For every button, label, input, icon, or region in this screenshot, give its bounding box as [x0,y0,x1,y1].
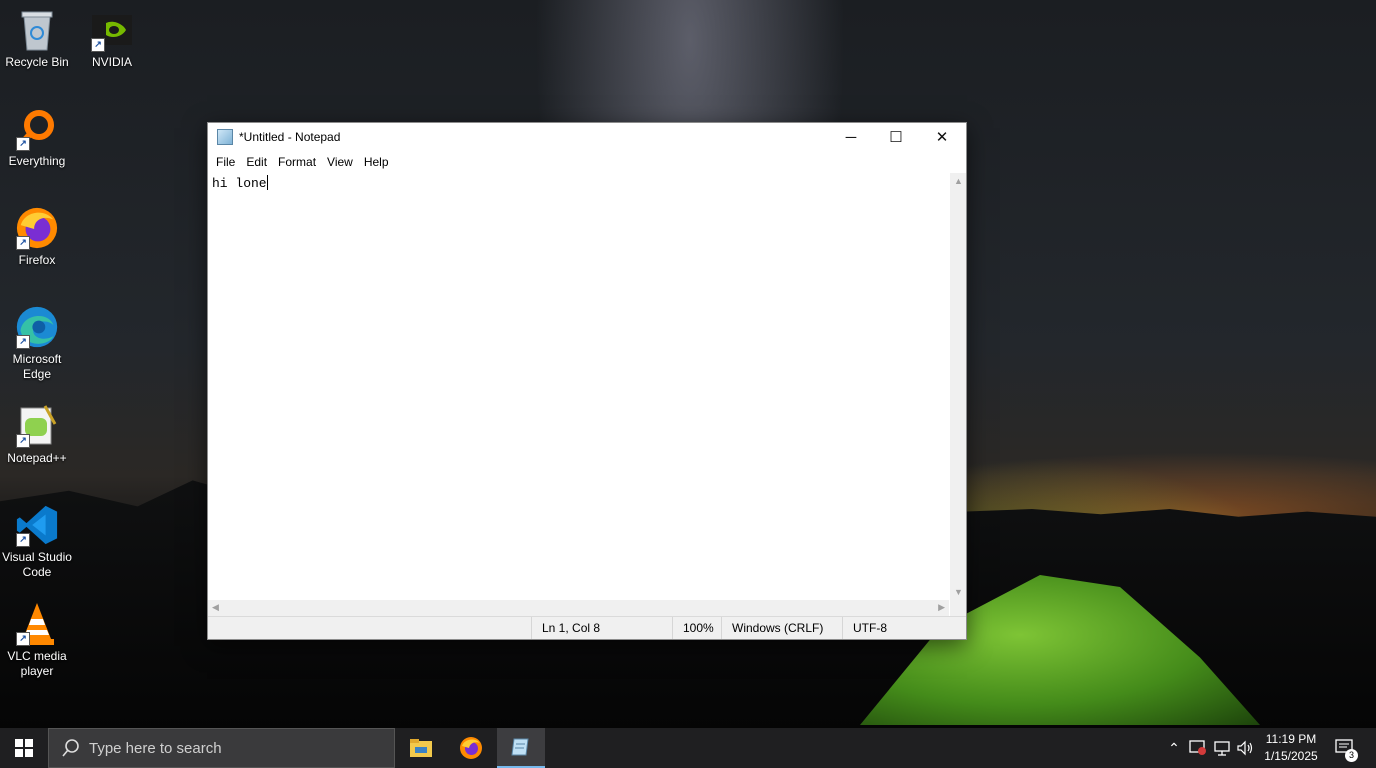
desktop-icon-edge[interactable]: ↗ Microsoft Edge [0,305,74,382]
vscode-icon: ↗ [15,503,59,547]
desktop-icon-nvidia[interactable]: ↗ NVIDIA [75,8,149,70]
scroll-up-icon[interactable]: ▲ [954,176,963,186]
taskbar-search-box[interactable]: Type here to search [48,728,395,768]
scroll-right-icon[interactable]: ▶ [938,602,945,613]
desktop-icon-everything[interactable]: ↗ Everything [0,107,74,169]
desktop-icon-label: Recycle Bin [5,55,69,69]
text-caret [266,175,268,190]
status-line-ending: Windows (CRLF) [721,617,832,639]
close-icon: ✕ [935,129,949,146]
scrollbar-corner [950,600,966,616]
desktop-icon-vscode[interactable]: ↗ Visual Studio Code [0,503,74,580]
menu-file[interactable]: File [211,155,241,169]
desktop-icon-label: Firefox [18,253,56,267]
shortcut-arrow-icon: ↗ [16,335,30,349]
volume-icon [1237,740,1253,756]
taskbar: Type here to search ⌃ 11:19 PM 1/15/2025… [0,728,1376,768]
firefox-icon: ↗ [15,206,59,250]
title-bar[interactable]: *Untitled - Notepad ─ ☐ ✕ [208,123,966,151]
recycle-bin-icon [15,8,59,52]
status-zoom: 100% [672,617,723,639]
editor-content: hi lone [212,176,267,191]
desktop-icon-label: Microsoft Edge [12,352,62,381]
minimize-icon: ─ [845,128,857,146]
shortcut-arrow-icon: ↗ [91,38,105,52]
everything-search-icon: ↗ [15,107,59,151]
notepad-icon [217,129,233,145]
firefox-icon [460,737,482,759]
menu-view[interactable]: View [322,155,359,169]
search-placeholder: Type here to search [89,739,222,757]
nvidia-icon: ↗ [90,8,134,52]
desktop-icon-label: Visual Studio Code [2,550,72,579]
windows-logo-icon [15,739,33,757]
desktop-icon-vlc[interactable]: ↗ VLC media player [0,602,74,679]
scroll-left-icon[interactable]: ◀ [212,602,219,613]
text-editor[interactable]: hi lone [208,173,949,600]
shortcut-arrow-icon: ↗ [16,632,30,646]
vertical-scrollbar[interactable]: ▲ ▼ [950,173,966,600]
security-alert-icon [1189,740,1206,755]
desktop-icon-label: Everything [8,154,66,168]
menu-bar: File Edit Format View Help [208,151,966,173]
tray-volume-icon[interactable] [1234,728,1256,768]
close-button[interactable]: ✕ [919,123,965,151]
horizontal-scrollbar[interactable]: ◀ ▶ [208,600,949,616]
minimize-button[interactable]: ─ [828,123,874,151]
desktop-icon-label: VLC media player [7,649,67,678]
vlc-icon: ↗ [15,602,59,646]
file-explorer-icon [410,739,432,757]
edge-icon: ↗ [15,305,59,349]
shortcut-arrow-icon: ↗ [16,434,30,448]
search-icon [62,739,79,757]
desktop-icon-label: NVIDIA [91,55,132,69]
window-title: *Untitled - Notepad [239,130,341,144]
start-button[interactable] [0,728,48,768]
clock-time: 11:19 PM [1265,732,1317,746]
tray-security-icon[interactable] [1186,728,1210,768]
notification-badge: 3 [1345,749,1358,762]
taskbar-file-explorer[interactable] [397,728,445,768]
desktop-icon-notepad-plus-plus[interactable]: ↗ Notepad++ [0,404,74,466]
clock-date: 1/15/2025 [1264,749,1318,763]
scroll-down-icon[interactable]: ▼ [954,587,963,597]
taskbar-clock[interactable]: 11:19 PM 1/15/2025 [1256,728,1326,768]
taskbar-notepad[interactable] [497,728,545,768]
status-encoding: UTF-8 [842,617,953,639]
desktop-icon-firefox[interactable]: ↗ Firefox [0,206,74,268]
show-hidden-icons-button[interactable]: ⌃ [1164,728,1184,768]
taskbar-firefox[interactable] [447,728,495,768]
notepad-plus-plus-icon: ↗ [15,404,59,448]
chevron-up-icon: ⌃ [1168,739,1180,756]
menu-format[interactable]: Format [273,155,322,169]
shortcut-arrow-icon: ↗ [16,533,30,547]
menu-edit[interactable]: Edit [241,155,273,169]
notepad-window[interactable]: *Untitled - Notepad ─ ☐ ✕ File Edit Form… [207,122,967,640]
maximize-icon: ☐ [889,129,903,146]
status-position: Ln 1, Col 8 [531,617,672,639]
network-icon [1214,741,1230,756]
desktop-icon-recycle-bin[interactable]: Recycle Bin [0,8,74,70]
status-bar: Ln 1, Col 8 100% Windows (CRLF) UTF-8 [208,616,966,639]
notepad-icon [511,738,529,756]
desktop-icon-label: Notepad++ [7,451,67,465]
tray-network-icon[interactable] [1210,728,1234,768]
maximize-button[interactable]: ☐ [873,123,919,151]
menu-help[interactable]: Help [359,155,395,169]
shortcut-arrow-icon: ↗ [16,137,30,151]
action-center-button[interactable]: 3 [1330,728,1360,768]
shortcut-arrow-icon: ↗ [16,236,30,250]
